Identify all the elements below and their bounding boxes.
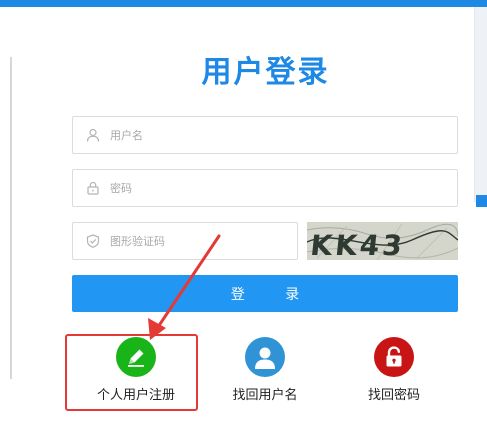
captcha-input[interactable] [110,234,297,248]
right-scroll-panel [474,7,487,202]
recover-username-label: 找回用户名 [232,388,298,403]
recover-username-option[interactable]: 找回用户名 [210,337,320,403]
recover-password-option[interactable]: 找回密码 [339,337,449,403]
top-accent-bar [0,0,487,7]
username-field[interactable] [72,116,458,154]
right-accent-marker [476,195,487,207]
captcha-text: KK43 [309,229,407,260]
person-icon [255,347,275,369]
captcha-field[interactable] [72,222,298,260]
lock-icon [87,181,99,195]
shield-check-icon [86,234,100,248]
page-title: 用户登录 [201,55,330,90]
username-input[interactable] [110,128,457,142]
lock-icon [386,346,402,367]
left-divider [10,57,12,379]
recover-password-label: 找回密码 [367,388,420,403]
user-icon [86,128,100,142]
login-button[interactable]: 登 录 [72,275,458,312]
register-option[interactable]: 个人用户注册 [81,337,191,403]
recover-password-icon-circle [374,337,414,377]
register-label: 个人用户注册 [96,388,175,403]
captcha-image[interactable]: KK43 [307,222,458,260]
pencil-icon [128,349,144,367]
password-field[interactable] [72,169,458,207]
recover-username-icon-circle [245,337,285,377]
captcha-graphic: KK43 [307,222,458,260]
password-input[interactable] [110,181,457,195]
register-icon-circle [116,337,156,377]
